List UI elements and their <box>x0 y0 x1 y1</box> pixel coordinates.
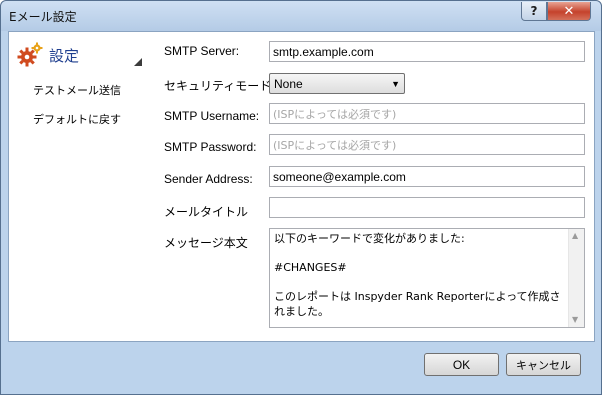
help-button[interactable]: ? <box>521 2 547 21</box>
email-settings-dialog: Eメール設定 ? ✕ 設定 テストメール送信 デフォルトに戻す SMTP Ser… <box>0 0 602 395</box>
message-body-textarea[interactable]: 以下のキーワードで変化がありました: #CHANGES# このレポートは Ins… <box>269 228 585 328</box>
smtp-password-label: SMTP Password: <box>164 140 257 154</box>
smtp-username-input[interactable] <box>269 103 585 124</box>
chevron-down-icon: ▼ <box>391 78 400 89</box>
nav-item-settings-label: 設定 <box>49 46 80 65</box>
message-body-scrollbar[interactable]: ▲ ▼ <box>568 229 584 327</box>
sender-address-label: Sender Address: <box>164 172 253 186</box>
security-mode-label: セキュリティモード <box>164 79 272 93</box>
dialog-body: 設定 テストメール送信 デフォルトに戻す SMTP Server: セキュリティ… <box>8 31 595 342</box>
nav-item-settings[interactable]: 設定 <box>17 42 79 68</box>
smtp-server-input[interactable] <box>269 41 585 62</box>
security-mode-select[interactable]: None ▼ <box>269 73 405 94</box>
window-title: Eメール設定 <box>9 10 77 24</box>
cancel-button[interactable]: キャンセル <box>506 353 581 376</box>
collapse-arrow-icon[interactable] <box>133 57 143 67</box>
nav-item-send-test-mail[interactable]: テストメール送信 <box>33 82 121 98</box>
mail-title-label: メールタイトル <box>164 205 249 219</box>
title-bar[interactable]: Eメール設定 ? ✕ <box>1 1 601 31</box>
ok-button[interactable]: OK <box>424 353 499 376</box>
scroll-up-icon[interactable]: ▲ <box>572 231 578 240</box>
sender-address-input[interactable] <box>269 166 585 187</box>
scroll-down-icon[interactable]: ▼ <box>572 315 578 324</box>
nav-item-reset-defaults[interactable]: デフォルトに戻す <box>33 111 121 127</box>
smtp-username-label: SMTP Username: <box>164 109 260 123</box>
mail-title-input[interactable] <box>269 197 585 218</box>
message-body-label: メッセージ本文 <box>164 236 248 250</box>
message-body-text[interactable]: 以下のキーワードで変化がありました: #CHANGES# このレポートは Ins… <box>274 232 564 319</box>
smtp-password-input[interactable] <box>269 134 585 155</box>
gears-icon <box>17 42 43 67</box>
smtp-server-label: SMTP Server: <box>164 44 240 58</box>
close-button[interactable]: ✕ <box>547 2 591 21</box>
security-mode-value: None <box>274 76 303 91</box>
